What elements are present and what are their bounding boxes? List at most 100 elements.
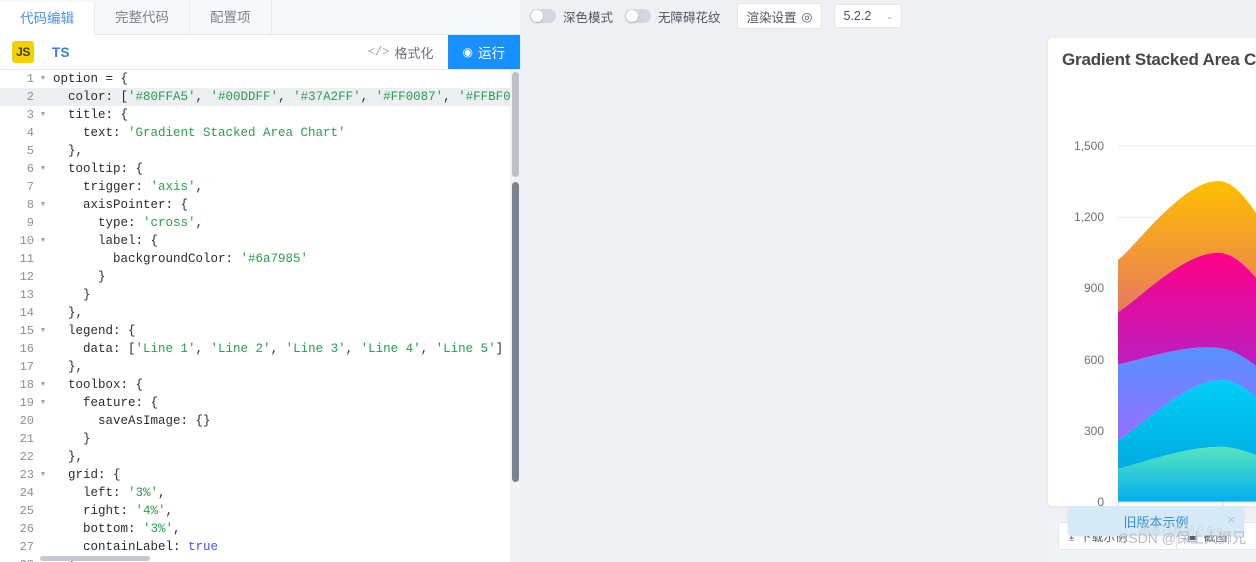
- code-text: trigger: 'axis',: [49, 178, 203, 196]
- code-text: saveAsImage: {}: [49, 412, 211, 430]
- y-axis-tick-label: 0: [1064, 495, 1104, 506]
- code-area[interactable]: 1▼option = {2 color: ['#80FFA5', '#00DDF…: [0, 70, 520, 562]
- editor-tab-0[interactable]: 代码编辑: [0, 2, 95, 35]
- code-text: text: 'Gradient Stacked Area Chart': [49, 124, 346, 142]
- code-text: right: '4%',: [49, 502, 173, 520]
- fold-spacer: [37, 304, 49, 322]
- code-editor-pane: 代码编辑完整代码 配置项 JS TS </> 格式化 ◉ 运行 1▼option …: [0, 0, 520, 562]
- fold-arrow-icon[interactable]: ▼: [37, 160, 49, 178]
- line-number: 8: [0, 196, 37, 214]
- editor-scrollbar-thumb[interactable]: [512, 182, 519, 482]
- code-line[interactable]: 15▼ legend: {: [0, 322, 520, 340]
- fold-spacer: [37, 412, 49, 430]
- fold-arrow-icon[interactable]: ▼: [37, 106, 49, 124]
- code-text: title: {: [49, 106, 128, 124]
- accessibility-pattern-label: 无障碍花纹: [658, 7, 721, 26]
- code-line[interactable]: 9 type: 'cross',: [0, 214, 520, 232]
- code-line[interactable]: 2 color: ['#80FFA5', '#00DDFF', '#37A2FF…: [0, 88, 520, 106]
- js-badge[interactable]: JS: [12, 41, 34, 63]
- code-line[interactable]: 18▼ toolbox: {: [0, 376, 520, 394]
- editor-tab-label: 配置项: [210, 10, 251, 25]
- code-line[interactable]: 4 text: 'Gradient Stacked Area Chart': [0, 124, 520, 142]
- code-text: option = {: [49, 70, 128, 88]
- code-line[interactable]: 16 data: ['Line 1', 'Line 2', 'Line 3', …: [0, 340, 520, 358]
- code-lines[interactable]: 1▼option = {2 color: ['#80FFA5', '#00DDF…: [0, 70, 520, 562]
- code-text: color: ['#80FFA5', '#00DDFF', '#37A2FF',…: [49, 88, 520, 106]
- fold-spacer: [37, 430, 49, 448]
- ts-button[interactable]: TS: [52, 45, 70, 60]
- toggle-knob: [626, 10, 638, 22]
- code-line[interactable]: 27 containLabel: true: [0, 538, 520, 556]
- line-number: 13: [0, 286, 37, 304]
- code-line[interactable]: 20 saveAsImage: {}: [0, 412, 520, 430]
- dark-mode-toggle[interactable]: [530, 9, 556, 23]
- code-line[interactable]: 23▼ grid: {: [0, 466, 520, 484]
- code-line[interactable]: 5 },: [0, 142, 520, 160]
- code-text: type: 'cross',: [49, 214, 203, 232]
- code-line[interactable]: 12 }: [0, 268, 520, 286]
- code-text: }: [49, 286, 91, 304]
- fold-arrow-icon[interactable]: ▼: [37, 376, 49, 394]
- fold-arrow-icon[interactable]: ▼: [37, 394, 49, 412]
- render-settings-label: 渲染设置: [747, 7, 797, 26]
- code-line[interactable]: 21 }: [0, 430, 520, 448]
- line-number: 14: [0, 304, 37, 322]
- code-line[interactable]: 3▼ title: {: [0, 106, 520, 124]
- editor-scrollbar-track[interactable]: [510, 70, 520, 562]
- fold-arrow-icon[interactable]: ▼: [37, 322, 49, 340]
- render-settings-button[interactable]: 渲染设置 ◎: [737, 3, 823, 29]
- fold-arrow-icon[interactable]: ▼: [37, 232, 49, 250]
- code-line[interactable]: 6▼ tooltip: {: [0, 160, 520, 178]
- code-line[interactable]: 7 trigger: 'axis',: [0, 178, 520, 196]
- code-line[interactable]: 22 },: [0, 448, 520, 466]
- code-text: backgroundColor: '#6a7985': [49, 250, 308, 268]
- line-number: 5: [0, 142, 37, 160]
- editor-toolbar: JS TS </> 格式化 ◉ 运行: [0, 35, 520, 70]
- version-value: 5.2.2: [843, 9, 871, 23]
- code-line[interactable]: 13 }: [0, 286, 520, 304]
- code-line[interactable]: 24 left: '3%',: [0, 484, 520, 502]
- preview-toolbar: 深色模式 无障碍花纹 渲染设置 ◎ 5.2.2 ⌄: [520, 0, 1256, 32]
- fold-spacer: [37, 484, 49, 502]
- gear-icon: ◎: [802, 9, 813, 24]
- code-line[interactable]: 25 right: '4%',: [0, 502, 520, 520]
- line-number: 27: [0, 538, 37, 556]
- code-text: left: '3%',: [49, 484, 166, 502]
- code-line[interactable]: 8▼ axisPointer: {: [0, 196, 520, 214]
- editor-horizontal-scrollbar[interactable]: [40, 556, 150, 561]
- code-line[interactable]: 1▼option = {: [0, 70, 520, 88]
- accessibility-pattern-toggle[interactable]: [625, 9, 651, 23]
- editor-tab-1[interactable]: 完整代码: [95, 1, 190, 34]
- code-line[interactable]: 11 backgroundColor: '#6a7985': [0, 250, 520, 268]
- code-line[interactable]: 26 bottom: '3%',: [0, 520, 520, 538]
- version-select[interactable]: 5.2.2 ⌄: [834, 4, 902, 28]
- line-number: 28: [0, 556, 37, 562]
- line-number: 20: [0, 412, 37, 430]
- code-text: containLabel: true: [49, 538, 218, 556]
- code-line[interactable]: 14 },: [0, 304, 520, 322]
- code-text: tooltip: {: [49, 160, 143, 178]
- chevron-down-icon: ⌄: [886, 11, 894, 22]
- run-button[interactable]: ◉ 运行: [448, 35, 520, 69]
- editor-tab-2[interactable]: 配置项: [190, 1, 272, 34]
- code-line[interactable]: 17 },: [0, 358, 520, 376]
- editor-scrollbar-thumb-top[interactable]: [512, 72, 519, 177]
- preview-pane: 深色模式 无障碍花纹 渲染设置 ◎ 5.2.2 ⌄ Gradient Stack…: [520, 0, 1256, 562]
- fold-spacer: [37, 538, 49, 556]
- fold-arrow-icon[interactable]: ▼: [37, 70, 49, 88]
- fold-spacer: [37, 250, 49, 268]
- fold-arrow-icon[interactable]: ▼: [37, 466, 49, 484]
- fold-spacer: [37, 214, 49, 232]
- code-text: legend: {: [49, 322, 136, 340]
- chart-container[interactable]: Gradient Stacked Area Chart Line 1Line 2…: [1048, 38, 1256, 506]
- code-line[interactable]: 10▼ label: {: [0, 232, 520, 250]
- editor-tabbar: 代码编辑完整代码 配置项: [0, 0, 520, 35]
- fold-spacer: [37, 502, 49, 520]
- fold-arrow-icon[interactable]: ▼: [37, 196, 49, 214]
- code-text: feature: {: [49, 394, 158, 412]
- line-number: 24: [0, 484, 37, 502]
- format-button[interactable]: </> 格式化: [368, 43, 434, 62]
- code-line[interactable]: 19▼ feature: {: [0, 394, 520, 412]
- close-icon[interactable]: ×: [1227, 513, 1235, 526]
- line-number: 19: [0, 394, 37, 412]
